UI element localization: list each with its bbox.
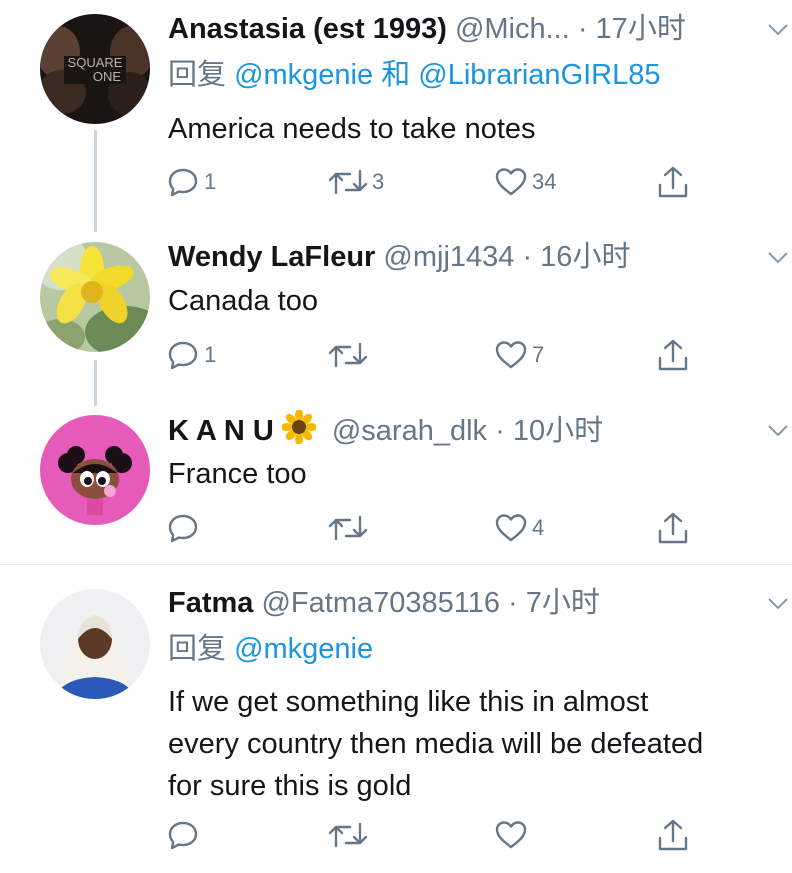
share-button[interactable] bbox=[656, 508, 690, 548]
tweet-actions: 4 bbox=[0, 508, 792, 548]
retweet-icon bbox=[328, 169, 368, 195]
user-handle[interactable]: @Fatma70385116 bbox=[261, 587, 500, 619]
like-count: 7 bbox=[532, 342, 545, 367]
reply-count: 1 bbox=[204, 169, 217, 194]
like-button[interactable] bbox=[494, 815, 532, 855]
timestamp[interactable]: · 10小时 bbox=[495, 415, 603, 447]
share-button[interactable] bbox=[656, 162, 690, 202]
share-icon bbox=[658, 339, 688, 371]
reply-button[interactable] bbox=[166, 508, 204, 548]
reply-prefix: 回复 bbox=[168, 59, 227, 91]
heart-icon bbox=[495, 168, 527, 196]
tweet-text: America needs to take notes bbox=[168, 113, 536, 145]
like-count: 34 bbox=[532, 169, 557, 194]
tweet-header: K A N U @sarah_dlk · 10小时 bbox=[168, 410, 752, 450]
avatar[interactable]: SQUARE ONE bbox=[40, 14, 150, 124]
user-handle[interactable]: @mjj1434 bbox=[383, 241, 514, 273]
tweet-actions bbox=[0, 815, 792, 855]
reply-count: 1 bbox=[204, 342, 217, 367]
retweet-icon bbox=[328, 515, 368, 541]
sunflower-icon bbox=[280, 410, 317, 450]
chevron-down-icon[interactable] bbox=[766, 410, 790, 450]
retweet-button[interactable]: 3 bbox=[328, 162, 384, 202]
tweet-text: If we get something like this in almost … bbox=[168, 681, 772, 807]
chevron-down-icon[interactable] bbox=[766, 583, 790, 623]
reply-button[interactable] bbox=[166, 815, 204, 855]
tweet-header: Fatma @Fatma70385116 · 7小时 bbox=[168, 583, 752, 623]
reply-button[interactable]: 1 bbox=[166, 335, 216, 375]
share-icon bbox=[658, 819, 688, 851]
mention-link[interactable]: @mkgenie bbox=[234, 59, 373, 91]
reply-button[interactable]: 1 bbox=[166, 162, 216, 202]
share-button[interactable] bbox=[656, 815, 690, 855]
tweet-item[interactable]: SQUARE ONE Anastasia (est 1993) @Mich...… bbox=[0, 0, 792, 220]
reply-icon bbox=[168, 341, 198, 370]
like-button[interactable]: 4 bbox=[494, 508, 544, 548]
timestamp[interactable]: · 17小时 bbox=[578, 13, 686, 45]
retweet-button[interactable] bbox=[328, 815, 372, 855]
reply-and: 和 bbox=[381, 59, 411, 91]
user-handle[interactable]: @sarah_dlk bbox=[332, 415, 487, 447]
retweet-count: 3 bbox=[372, 169, 385, 194]
display-name[interactable]: Wendy LaFleur bbox=[168, 241, 375, 273]
tweet-text: France too bbox=[168, 458, 307, 490]
heart-icon bbox=[495, 821, 527, 849]
display-name[interactable]: K A N U bbox=[168, 415, 274, 447]
heart-icon bbox=[495, 341, 527, 369]
tweet-actions: 1 3 34 bbox=[0, 162, 792, 202]
tweet-item[interactable]: Wendy LaFleur @mjj1434 · 16小时 Canada too… bbox=[0, 220, 792, 395]
retweet-icon bbox=[328, 342, 368, 368]
tweet-item[interactable]: K A N U @sarah_dlk · 10小时 France too 4 bbox=[0, 395, 792, 563]
timestamp[interactable]: · 16小时 bbox=[522, 241, 630, 273]
tweet-text-line: for sure this is gold bbox=[168, 770, 412, 802]
tweet-text-line: If we get something like this in almost bbox=[168, 686, 649, 718]
reply-icon bbox=[168, 514, 198, 543]
retweet-button[interactable] bbox=[328, 335, 372, 375]
like-count: 4 bbox=[532, 515, 545, 540]
reply-prefix: 回复 bbox=[168, 633, 227, 665]
avatar-text: ONE bbox=[93, 69, 122, 84]
like-button[interactable]: 7 bbox=[494, 335, 544, 375]
mention-link[interactable]: @LibrarianGIRL85 bbox=[418, 59, 660, 91]
tweet-item[interactable]: Fatma @Fatma70385116 · 7小时 回复 @mkgenie I… bbox=[0, 565, 792, 873]
retweet-icon bbox=[328, 822, 368, 848]
tweet-header: Wendy LaFleur @mjj1434 · 16小时 bbox=[168, 237, 752, 277]
chevron-down-icon[interactable] bbox=[766, 9, 790, 49]
reply-context: 回复 @mkgenie 和 @LibrarianGIRL85 bbox=[168, 55, 661, 95]
mention-link[interactable]: @mkgenie bbox=[234, 633, 373, 665]
reply-context: 回复 @mkgenie bbox=[168, 629, 373, 669]
user-handle[interactable]: @Mich... bbox=[455, 13, 570, 45]
retweet-button[interactable] bbox=[328, 508, 372, 548]
timestamp[interactable]: · 7小时 bbox=[508, 587, 600, 619]
tweet-header: Anastasia (est 1993) @Mich... · 17小时 bbox=[168, 9, 752, 49]
display-name[interactable]: Fatma bbox=[168, 587, 253, 619]
reply-icon bbox=[168, 821, 198, 850]
share-button[interactable] bbox=[656, 335, 690, 375]
share-icon bbox=[658, 512, 688, 544]
chevron-down-icon[interactable] bbox=[766, 237, 790, 277]
avatar[interactable] bbox=[40, 589, 150, 699]
heart-icon bbox=[495, 514, 527, 542]
avatar-text: SQUARE bbox=[68, 55, 123, 70]
share-icon bbox=[658, 166, 688, 198]
like-button[interactable]: 34 bbox=[494, 162, 556, 202]
display-name[interactable]: Anastasia (est 1993) bbox=[168, 13, 447, 45]
tweet-text-line: every country then media will be defeate… bbox=[168, 728, 704, 760]
reply-icon bbox=[168, 168, 198, 197]
tweet-text: Canada too bbox=[168, 285, 318, 317]
tweet-actions: 1 7 bbox=[0, 335, 792, 375]
